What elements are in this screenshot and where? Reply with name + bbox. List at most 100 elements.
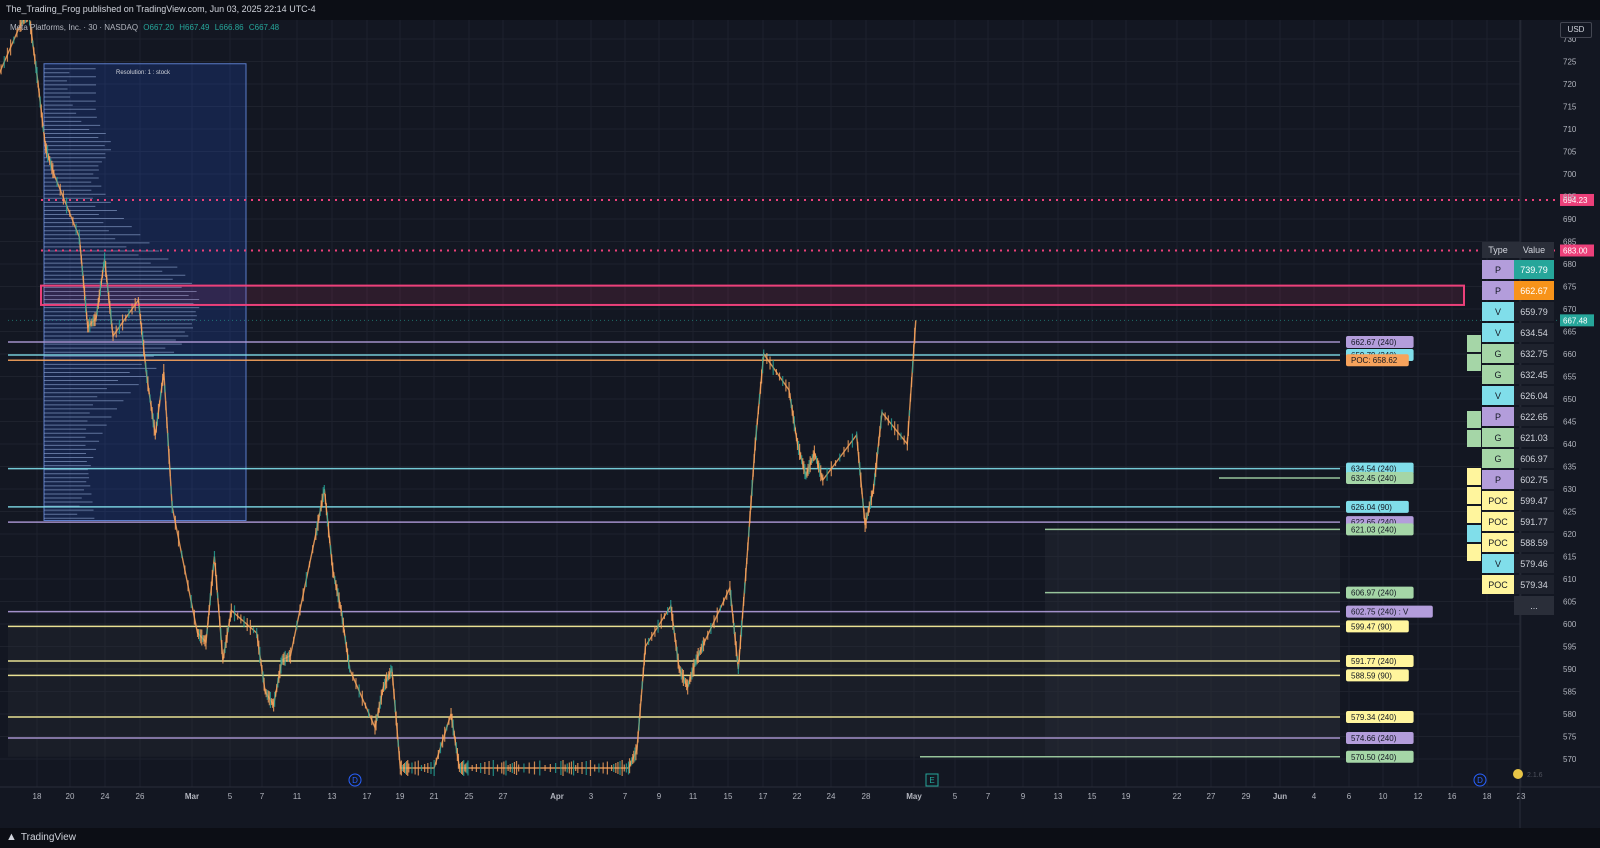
level-label: 632.45 (240) — [1351, 474, 1397, 483]
row-type: POC — [1482, 533, 1514, 552]
row-swatch — [1467, 506, 1481, 523]
table-row: P 662.67 — [1482, 281, 1554, 300]
dividend-marker-text: D — [1477, 776, 1483, 785]
x-tick-label: 22 — [1173, 792, 1182, 801]
row-type: V — [1482, 386, 1514, 405]
y-tick-label: 665 — [1563, 328, 1577, 337]
table-row: POC 588.59 — [1482, 533, 1554, 552]
brand-label: TradingView — [20, 831, 76, 843]
y-tick-label: 605 — [1563, 598, 1577, 607]
level-label: 574.66 (240) — [1351, 734, 1397, 743]
y-tick-label: 585 — [1563, 688, 1577, 697]
level-label: 626.04 (90) — [1351, 503, 1392, 512]
x-tick-label: 7 — [260, 792, 265, 801]
row-type: P — [1482, 470, 1514, 489]
level-label: 599.47 (90) — [1351, 622, 1392, 631]
x-tick-label: 29 — [1242, 792, 1251, 801]
x-tick-label: 6 — [1347, 792, 1352, 801]
x-tick-label: 25 — [465, 792, 474, 801]
resistance-zone[interactable] — [40, 284, 1465, 306]
y-tick-label: 675 — [1563, 283, 1577, 292]
x-tick-label: 12 — [1414, 792, 1423, 801]
price-chart[interactable]: Resolution: 1 : stock739.79 (240) : V662… — [0, 20, 1600, 828]
x-tick-label: 26 — [136, 792, 145, 801]
tradingview-brand[interactable]: ▲ TradingView — [6, 831, 76, 843]
row-type — [1482, 596, 1514, 615]
symbol-legend: Meta Platforms, Inc. · 30 · NASDAQ O667.… — [10, 23, 279, 32]
table-row-more: ... — [1482, 596, 1554, 615]
x-tick-label: 23 — [1517, 792, 1526, 801]
x-tick-label: 10 — [1379, 792, 1388, 801]
level-label: POC: 658.62 — [1351, 356, 1398, 365]
row-value: 621.03 — [1514, 428, 1554, 447]
indicator-version: 2.1.6 — [1527, 772, 1543, 779]
row-swatch — [1467, 335, 1481, 352]
row-type: POC — [1482, 491, 1514, 510]
table-row: G 621.03 — [1482, 428, 1554, 447]
row-value: 579.34 — [1514, 575, 1554, 594]
y-tick-label: 720 — [1563, 80, 1577, 89]
y-tick-label: 705 — [1563, 148, 1577, 157]
x-tick-label: 5 — [953, 792, 958, 801]
table-row: V 626.04 — [1482, 386, 1554, 405]
symbol-name[interactable]: Meta Platforms, Inc. · 30 · NASDAQ — [10, 23, 138, 32]
row-value: 632.45 — [1514, 365, 1554, 384]
row-value: 606.97 — [1514, 449, 1554, 468]
y-tick-label: 660 — [1563, 350, 1577, 359]
x-tick-label: 27 — [1207, 792, 1216, 801]
x-tick-label: 17 — [363, 792, 372, 801]
row-value: 622.65 — [1514, 407, 1554, 426]
row-type: G — [1482, 449, 1514, 468]
x-tick-label: 16 — [1448, 792, 1457, 801]
legend-close: C667.48 — [248, 23, 280, 32]
row-type: V — [1482, 554, 1514, 573]
x-tick-label: 4 — [1312, 792, 1317, 801]
shaded-region — [8, 626, 1340, 757]
y-tick-label: 655 — [1563, 373, 1577, 382]
table-row: P 602.75 — [1482, 470, 1554, 489]
row-swatch — [1467, 525, 1481, 542]
row-swatch — [1467, 544, 1481, 561]
level-label: 662.67 (240) — [1351, 338, 1397, 347]
row-value: 579.46 — [1514, 554, 1554, 573]
level-label: 579.34 (240) — [1351, 713, 1397, 722]
row-value: 602.75 — [1514, 470, 1554, 489]
more-values[interactable]: ... — [1514, 596, 1554, 615]
row-type: G — [1482, 428, 1514, 447]
table-row: P 622.65 — [1482, 407, 1554, 426]
y-tick-label: 725 — [1563, 58, 1577, 67]
y-tick-label: 625 — [1563, 508, 1577, 517]
x-tick-label: 22 — [793, 792, 802, 801]
table-row: G 632.75 — [1482, 344, 1554, 363]
row-swatch — [1467, 354, 1481, 371]
tradingview-logo-icon: ▲ — [6, 831, 17, 843]
y-tick-label: 615 — [1563, 553, 1577, 562]
x-tick-label: 24 — [101, 792, 110, 801]
y-tick-label: 695 — [1563, 193, 1577, 202]
row-value: 634.54 — [1514, 323, 1554, 342]
x-tick-label: 15 — [1088, 792, 1097, 801]
x-tick-label: 9 — [657, 792, 662, 801]
table-row: G 632.45 — [1482, 365, 1554, 384]
dividend-marker-text: D — [352, 776, 358, 785]
level-label: 621.03 (240) — [1351, 525, 1397, 534]
x-tick-label: 19 — [396, 792, 405, 801]
row-value: 588.59 — [1514, 533, 1554, 552]
table-row: V 659.79 — [1482, 302, 1554, 321]
footer-bar: ▲ TradingView — [0, 828, 1600, 848]
table-header-value: Value — [1514, 242, 1554, 258]
row-value: 739.79 — [1514, 260, 1554, 279]
row-type: POC — [1482, 575, 1514, 594]
row-value: 626.04 — [1514, 386, 1554, 405]
currency-button[interactable]: USD — [1560, 22, 1592, 38]
legend-low: L666.86 — [214, 23, 244, 32]
table-row: V 634.54 — [1482, 323, 1554, 342]
x-tick-label: 20 — [66, 792, 75, 801]
x-tick-label: 18 — [33, 792, 42, 801]
volume-profile-label: Resolution: 1 : stock — [116, 70, 171, 76]
x-tick-label: 18 — [1483, 792, 1492, 801]
table-header-type: Type — [1482, 242, 1514, 258]
level-label: 591.77 (240) — [1351, 657, 1397, 666]
y-tick-label: 700 — [1563, 170, 1577, 179]
row-type: V — [1482, 323, 1514, 342]
